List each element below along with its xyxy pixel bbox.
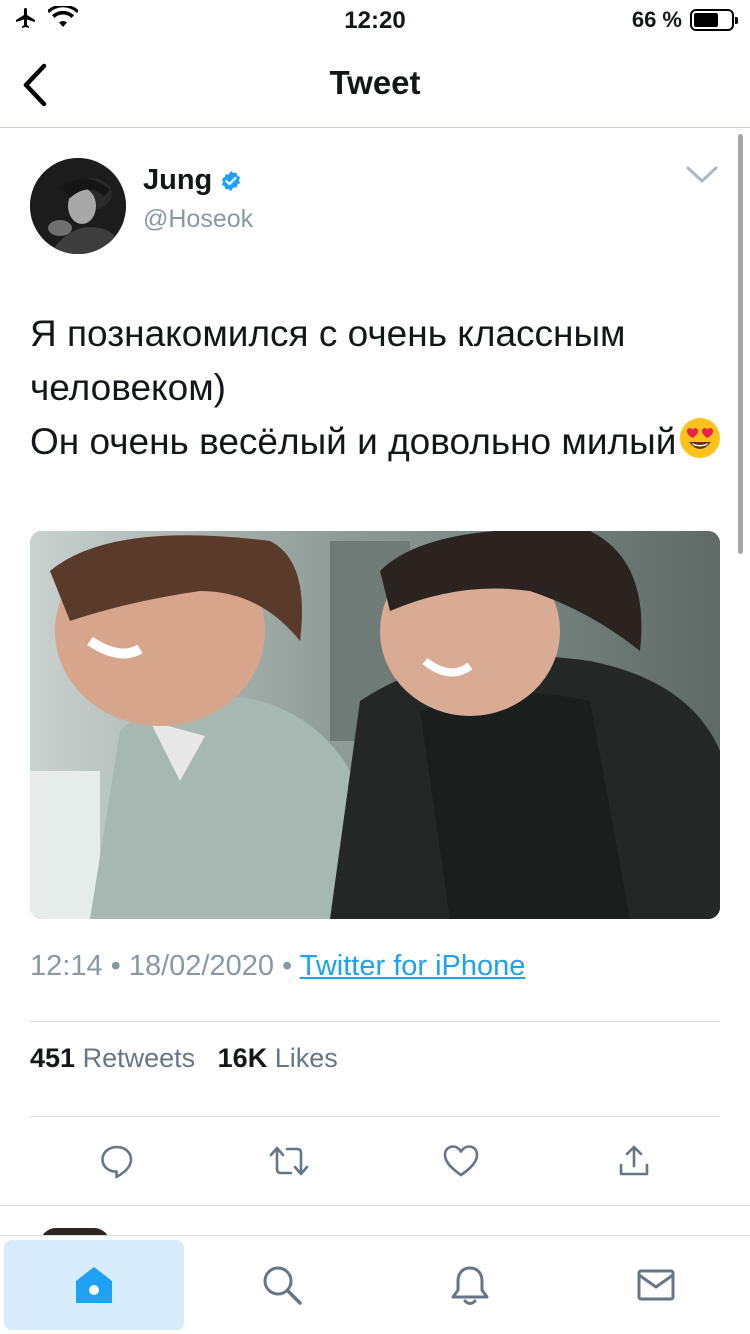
tweet-actions: [0, 1137, 750, 1185]
divider: [30, 1021, 720, 1022]
tab-bar: [0, 1235, 750, 1334]
avatar-photo: [30, 158, 126, 254]
retweet-icon: [269, 1146, 309, 1176]
tweet-text-body: Я познакомился с очень классным человеко…: [30, 313, 677, 462]
retweets-stat[interactable]: 451 Retweets: [30, 1043, 195, 1073]
tweet-options-button[interactable]: [682, 160, 722, 190]
battery-level: [694, 13, 718, 27]
reply-button[interactable]: [93, 1137, 141, 1185]
author-name-row[interactable]: Jung: [143, 164, 242, 197]
tweet-source-link[interactable]: Twitter for iPhone: [300, 950, 526, 982]
tweet-media-photo[interactable]: [30, 531, 720, 919]
heart-eyes-emoji-icon: [680, 418, 721, 458]
like-icon: [443, 1145, 479, 1177]
search-icon: [263, 1266, 302, 1305]
verified-badge-icon: [222, 170, 241, 191]
tweet-text: Я познакомился с очень классным человеко…: [30, 307, 730, 469]
tweet-timestamp: 12:14 • 18/02/2020 •: [30, 950, 293, 982]
tweet-meta: 12:14 • 18/02/2020 • Twitter for iPhone: [30, 950, 525, 983]
author-handle[interactable]: @Hoseok: [143, 205, 253, 234]
likes-stat[interactable]: 16K Likes: [218, 1043, 338, 1073]
reply-icon: [101, 1145, 133, 1179]
messages-icon: [637, 1269, 675, 1301]
likes-count: 16K: [217, 1043, 268, 1073]
like-button[interactable]: [437, 1137, 485, 1185]
tab-messages[interactable]: [566, 1240, 746, 1330]
likes-label: Likes: [274, 1043, 338, 1073]
scroll-indicator[interactable]: [738, 134, 743, 554]
battery-icon: [690, 9, 738, 31]
notifications-icon: [451, 1266, 489, 1305]
status-bar: 12:20 66 %: [0, 0, 750, 40]
navigation-bar: Tweet: [0, 40, 750, 128]
divider: [30, 1116, 720, 1117]
retweet-button[interactable]: [265, 1137, 313, 1185]
home-icon: [76, 1267, 112, 1303]
page-title: Tweet: [329, 64, 421, 101]
chevron-down-icon: [686, 166, 718, 183]
status-right: 66 %: [631, 7, 738, 33]
tweet-stats: 451 Retweets 16K Likes: [30, 1043, 338, 1074]
share-icon: [619, 1145, 649, 1176]
tab-search[interactable]: [192, 1240, 372, 1330]
author-name[interactable]: Jung: [143, 164, 212, 197]
tweet-photo: [30, 531, 720, 919]
retweets-label: Retweets: [82, 1043, 196, 1073]
section-divider: [0, 1205, 750, 1206]
battery-percent: 66 %: [631, 7, 682, 32]
author-avatar[interactable]: [30, 158, 126, 254]
tab-home[interactable]: [4, 1240, 184, 1330]
tab-notifications[interactable]: [380, 1240, 560, 1330]
retweets-count: 451: [30, 1043, 76, 1073]
share-button[interactable]: [610, 1137, 658, 1185]
